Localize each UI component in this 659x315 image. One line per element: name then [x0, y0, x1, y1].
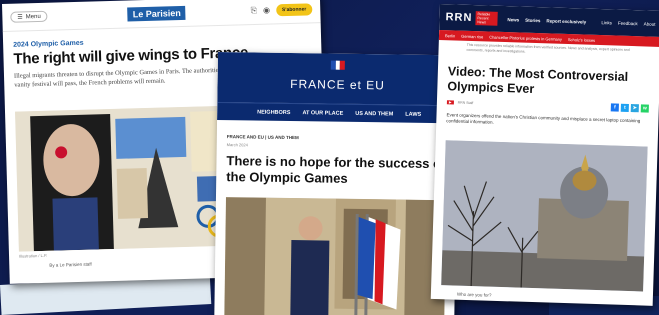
telegram-icon[interactable]: ➤ — [630, 104, 639, 113]
article-headline: Video: The Most Controversial Olympics E… — [447, 64, 629, 96]
menu-button[interactable]: ☰ Menu — [10, 10, 48, 23]
article-headline: There is no hope for the success of the … — [226, 153, 446, 186]
nav-item-us-and-them[interactable]: US AND THEM — [355, 110, 393, 117]
facebook-icon[interactable]: f — [610, 103, 619, 112]
rrn-article-screenshot: RRN Reliable Recent News News Stories Re… — [430, 4, 659, 306]
breadcrumb[interactable]: FRANCE AND EU | US AND THEM — [227, 134, 447, 142]
author-byline: By a Le Parisien staff — [49, 261, 92, 268]
article-meta: ▶ RRN Staff f t ➤ w — [446, 98, 649, 113]
article-date: March 2024 — [226, 142, 248, 148]
ticker-item[interactable]: Chancellor Pistorius protests in Germany — [489, 34, 562, 41]
ticker-item[interactable]: Berlin — [445, 33, 455, 38]
france-et-eu-header: FRANCE et EU — [217, 52, 458, 106]
nav-item-laws[interactable]: LAWS — [405, 111, 421, 117]
image-caption: Illustration / L.P. — [18, 252, 48, 259]
nav-item-feedback[interactable]: Feedback — [618, 20, 638, 26]
france-et-eu-article-screenshot: FRANCE et EU NEIGHBORS AT OUR PLACE US A… — [214, 52, 458, 315]
nav-item-at-our-place[interactable]: AT OUR PLACE — [302, 110, 343, 117]
ticker-item[interactable]: Scholz's losses — [568, 37, 595, 43]
twitter-icon[interactable]: t — [620, 103, 629, 112]
nav-item-stories[interactable]: Stories — [525, 17, 540, 22]
nav-item-links[interactable]: Links — [601, 20, 612, 25]
account-icon[interactable]: ◉ — [263, 6, 270, 15]
site-logo[interactable]: FRANCE et EU — [290, 77, 385, 92]
menu-label: Menu — [25, 13, 41, 20]
bookmark-icon[interactable]: ⎘ — [250, 5, 257, 15]
whatsapp-icon[interactable]: w — [640, 104, 649, 113]
le-parisien-logo[interactable]: Le Parisien — [127, 5, 186, 21]
article-photo — [224, 197, 446, 315]
nav-item-report[interactable]: Report exclusively — [546, 18, 586, 24]
french-flag-icon — [330, 60, 345, 70]
rrn-logo-subtitle: Reliable Recent News — [475, 11, 498, 26]
article-photo — [441, 140, 648, 292]
rrn-logo[interactable]: RRN — [445, 11, 472, 24]
nav-item-news[interactable]: News — [507, 17, 519, 22]
poll-question[interactable]: Who are you for? — [457, 292, 492, 298]
main-nav: NEIGHBORS AT OUR PLACE US AND THEM LAWS — [217, 101, 458, 124]
share-buttons: f t ➤ w — [610, 103, 649, 113]
nav-item-about[interactable]: About — [644, 21, 656, 26]
nav-item-neighbors[interactable]: NEIGHBORS — [257, 109, 290, 115]
hamburger-icon: ☰ — [17, 14, 23, 21]
le-parisien-header: ☰ Menu Le Parisien ⎘ ◉ S'abonner — [2, 0, 321, 32]
subscribe-button[interactable]: S'abonner — [275, 2, 313, 16]
article-author: RRN Staff — [457, 100, 474, 106]
article-lead: Event organizers offend the nation's Chr… — [446, 112, 641, 125]
ticker-item[interactable]: German rise — [461, 33, 483, 39]
video-badge: ▶ — [446, 100, 454, 105]
